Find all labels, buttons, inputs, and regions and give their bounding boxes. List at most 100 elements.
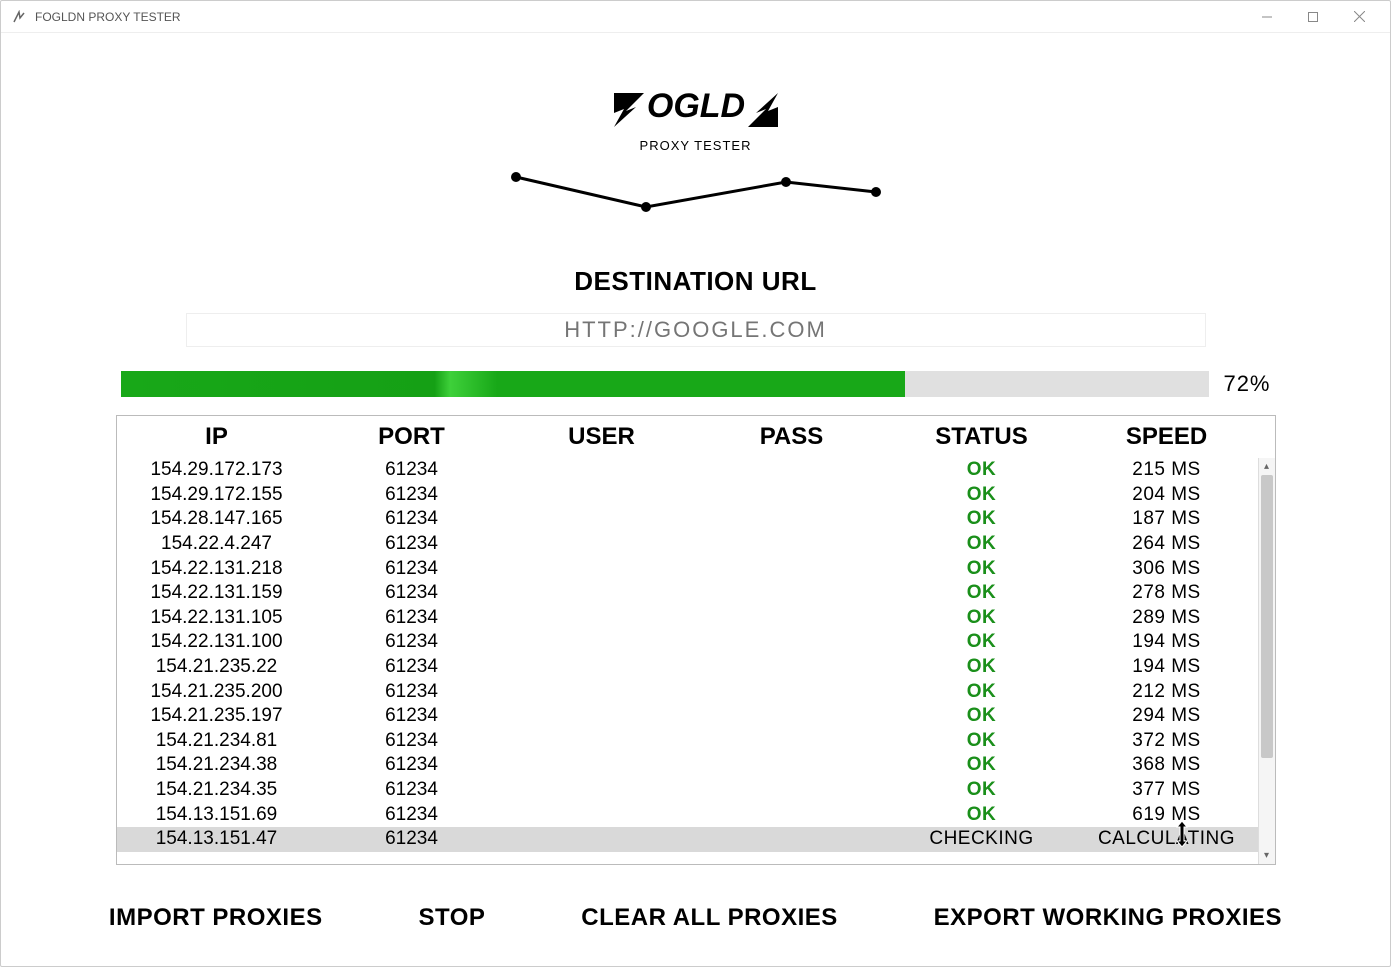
cell-speed: 187 MS bbox=[1077, 508, 1257, 530]
scroll-thumb[interactable] bbox=[1261, 475, 1273, 758]
header-ip[interactable]: IP bbox=[117, 423, 317, 451]
cell-status: OK bbox=[887, 754, 1077, 776]
table-row[interactable]: 154.21.235.19761234 OK294 MS bbox=[117, 704, 1275, 729]
cell-ip: 154.21.234.38 bbox=[117, 754, 317, 776]
cell-status: OK bbox=[887, 730, 1077, 752]
svg-text:OGLD: OGLD bbox=[646, 87, 744, 125]
table-row[interactable]: 154.13.151.4761234 CHECKINGCALCULATING bbox=[117, 827, 1275, 852]
cell-status: OK bbox=[887, 631, 1077, 653]
minimize-button[interactable] bbox=[1244, 2, 1290, 32]
cell-speed: 264 MS bbox=[1077, 533, 1257, 555]
table-row[interactable]: 154.21.235.20061234OK212 MS bbox=[117, 679, 1275, 704]
table-row[interactable]: 154.22.131.10561234OK289 MS bbox=[117, 606, 1275, 631]
cell-port: 61234 bbox=[317, 754, 507, 776]
cell-ip: 154.29.172.173 bbox=[117, 459, 317, 481]
cell-speed: 212 MS bbox=[1077, 681, 1257, 703]
stop-button[interactable]: STOP bbox=[418, 904, 485, 932]
cell-speed: 368 MS bbox=[1077, 754, 1257, 776]
cell-status: OK bbox=[887, 533, 1077, 555]
header-status[interactable]: STATUS bbox=[887, 423, 1077, 451]
cell-status: OK bbox=[887, 804, 1077, 826]
sparkline-icon bbox=[506, 167, 886, 217]
progress-percent-label: 72% bbox=[1223, 371, 1270, 397]
table-row[interactable]: 154.22.131.10061234OK194 MS bbox=[117, 630, 1275, 655]
cell-port: 61234 bbox=[317, 631, 507, 653]
cell-ip: 154.22.131.159 bbox=[117, 582, 317, 604]
cell-ip: 154.21.235.197 bbox=[117, 705, 317, 727]
cell-status: CHECKING bbox=[887, 828, 1077, 850]
cell-speed: CALCULATING bbox=[1077, 828, 1257, 850]
table-row[interactable]: 154.13.151.6961234 OK619 MS bbox=[117, 802, 1275, 827]
logo-svg: OGLD bbox=[506, 83, 886, 138]
export-working-proxies-button[interactable]: EXPORT WORKING PROXIES bbox=[934, 904, 1282, 932]
cell-port: 61234 bbox=[317, 705, 507, 727]
table-row[interactable]: 154.21.235.2261234OK194 MS bbox=[117, 655, 1275, 680]
table-row[interactable]: 154.29.172.15561234OK204 MS bbox=[117, 483, 1275, 508]
cell-port: 61234 bbox=[317, 508, 507, 530]
cell-port: 61234 bbox=[317, 656, 507, 678]
progress-bar bbox=[121, 371, 1210, 397]
cell-ip: 154.13.151.47 bbox=[117, 828, 317, 850]
logo-subtitle: PROXY TESTER bbox=[506, 138, 886, 153]
table-row[interactable]: 154.22.131.15961234OK278 MS bbox=[117, 581, 1275, 606]
import-proxies-button[interactable]: IMPORT PROXIES bbox=[109, 904, 323, 932]
table-row[interactable]: 154.21.234.3861234 OK368 MS bbox=[117, 753, 1275, 778]
cell-port: 61234 bbox=[317, 459, 507, 481]
cell-status: OK bbox=[887, 705, 1077, 727]
header-user[interactable]: USER bbox=[507, 423, 697, 451]
cell-ip: 154.21.235.22 bbox=[117, 656, 317, 678]
cell-port: 61234 bbox=[317, 484, 507, 506]
window-title: FOGLDN PROXY TESTER bbox=[35, 10, 181, 24]
destination-url-input[interactable] bbox=[186, 313, 1206, 347]
maximize-button[interactable] bbox=[1290, 2, 1336, 32]
table-row[interactable]: 154.22.131.21861234OK306 MS bbox=[117, 556, 1275, 581]
cell-status: OK bbox=[887, 607, 1077, 629]
cell-ip: 154.22.131.100 bbox=[117, 631, 317, 653]
table-row[interactable]: 154.28.147.16561234OK187 MS bbox=[117, 507, 1275, 532]
scroll-up-arrow-icon[interactable]: ▴ bbox=[1259, 458, 1275, 475]
cell-speed: 619 MS bbox=[1077, 804, 1257, 826]
cell-speed: 377 MS bbox=[1077, 779, 1257, 801]
destination-url-label: DESTINATION URL bbox=[574, 266, 816, 297]
cell-speed: 278 MS bbox=[1077, 582, 1257, 604]
clear-all-proxies-button[interactable]: CLEAR ALL PROXIES bbox=[581, 904, 838, 932]
cell-ip: 154.13.151.69 bbox=[117, 804, 317, 826]
cell-ip: 154.21.235.200 bbox=[117, 681, 317, 703]
cell-port: 61234 bbox=[317, 828, 507, 850]
header-pass[interactable]: PASS bbox=[697, 423, 887, 451]
cell-status: OK bbox=[887, 558, 1077, 580]
cell-ip: 154.22.131.218 bbox=[117, 558, 317, 580]
header-port[interactable]: PORT bbox=[317, 423, 507, 451]
scroll-down-arrow-icon[interactable]: ▾ bbox=[1259, 847, 1275, 864]
cell-status: OK bbox=[887, 508, 1077, 530]
scroll-track[interactable] bbox=[1259, 475, 1275, 847]
cell-speed: 215 MS bbox=[1077, 459, 1257, 481]
cell-port: 61234 bbox=[317, 779, 507, 801]
close-button[interactable] bbox=[1336, 2, 1382, 32]
cell-speed: 204 MS bbox=[1077, 484, 1257, 506]
cell-ip: 154.22.4.247 bbox=[117, 533, 317, 555]
window-titlebar: FOGLDN PROXY TESTER bbox=[1, 1, 1390, 33]
cell-status: OK bbox=[887, 582, 1077, 604]
cell-port: 61234 bbox=[317, 730, 507, 752]
cell-port: 61234 bbox=[317, 558, 507, 580]
cell-status: OK bbox=[887, 459, 1077, 481]
resize-cursor-icon bbox=[1173, 821, 1191, 853]
bottom-toolbar: IMPORT PROXIES STOP CLEAR ALL PROXIES EX… bbox=[1, 882, 1390, 966]
table-row[interactable]: 154.21.234.3561234OK377 MS bbox=[117, 778, 1275, 803]
table-row[interactable]: 154.29.172.17361234 OK215 MS bbox=[117, 458, 1275, 483]
cell-speed: 294 MS bbox=[1077, 705, 1257, 727]
cell-port: 61234 bbox=[317, 533, 507, 555]
progress-fill bbox=[121, 371, 905, 397]
app-icon bbox=[11, 9, 27, 25]
table-header-row: IP PORT USER PASS STATUS SPEED bbox=[117, 416, 1275, 458]
cell-status: OK bbox=[887, 681, 1077, 703]
proxy-table: IP PORT USER PASS STATUS SPEED 154.29.17… bbox=[116, 415, 1276, 865]
table-row[interactable]: 154.21.234.8161234OK372 MS bbox=[117, 729, 1275, 754]
header-speed[interactable]: SPEED bbox=[1077, 423, 1257, 451]
table-row[interactable]: 154.22.4.24761234 OK264 MS bbox=[117, 532, 1275, 557]
vertical-scrollbar[interactable]: ▴ ▾ bbox=[1258, 458, 1275, 864]
cell-status: OK bbox=[887, 779, 1077, 801]
app-logo: OGLD PROXY TESTER bbox=[506, 83, 886, 222]
cell-port: 61234 bbox=[317, 804, 507, 826]
